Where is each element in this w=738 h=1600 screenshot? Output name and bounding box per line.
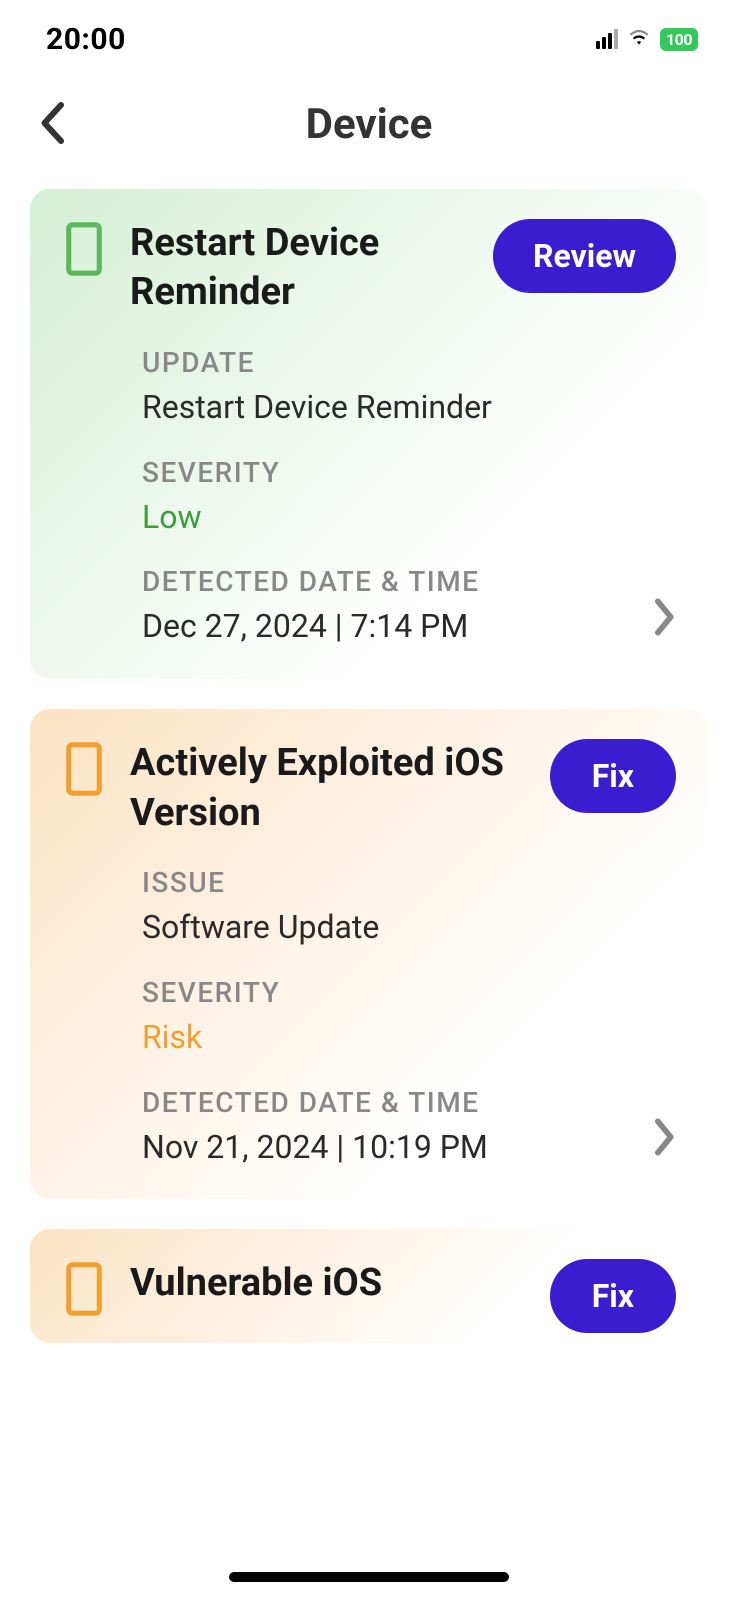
field-label: DETECTED DATE & TIME xyxy=(142,1086,676,1119)
battery-icon: 100 xyxy=(660,28,698,51)
card-title: Actively Exploited iOS Version xyxy=(130,739,526,838)
card-body: UPDATE Restart Device Reminder SEVERITY … xyxy=(62,346,676,649)
field-value: Nov 21, 2024 | 10:19 PM xyxy=(142,1125,676,1170)
wifi-icon xyxy=(626,27,652,51)
issue-card-restart[interactable]: Restart Device Reminder Review UPDATE Re… xyxy=(30,189,708,679)
home-indicator[interactable] xyxy=(229,1572,509,1582)
card-body: ISSUE Software Update SEVERITY Risk DETE… xyxy=(62,866,676,1169)
field-value: Restart Device Reminder xyxy=(142,385,676,430)
field-value: Risk xyxy=(142,1015,676,1060)
page-title: Device xyxy=(30,100,708,149)
device-icon xyxy=(62,1261,106,1321)
page-header: Device xyxy=(0,70,738,189)
card-header: Restart Device Reminder Review xyxy=(62,219,676,318)
device-icon xyxy=(62,221,106,281)
status-icons: 100 xyxy=(596,27,698,51)
field-issue: ISSUE Software Update xyxy=(142,866,676,950)
card-list: Restart Device Reminder Review UPDATE Re… xyxy=(0,189,738,1343)
field-value: Dec 27, 2024 | 7:14 PM xyxy=(142,604,676,649)
chevron-left-icon xyxy=(38,102,66,144)
chevron-right-icon[interactable] xyxy=(652,597,678,641)
status-time: 20:00 xyxy=(46,22,126,57)
back-button[interactable] xyxy=(38,102,66,148)
cellular-signal-icon xyxy=(596,29,618,49)
field-label: DETECTED DATE & TIME xyxy=(142,565,676,598)
field-label: UPDATE xyxy=(142,346,676,379)
card-header: Vulnerable iOS Fix xyxy=(62,1259,676,1333)
field-update: UPDATE Restart Device Reminder xyxy=(142,346,676,430)
field-label: ISSUE xyxy=(142,866,676,899)
field-severity: SEVERITY Risk xyxy=(142,976,676,1060)
field-detected: DETECTED DATE & TIME Dec 27, 2024 | 7:14… xyxy=(142,565,676,649)
device-icon xyxy=(62,741,106,801)
issue-card-vulnerable[interactable]: Vulnerable iOS Fix xyxy=(30,1229,708,1343)
issue-card-exploited[interactable]: Actively Exploited iOS Version Fix ISSUE… xyxy=(30,709,708,1199)
field-label: SEVERITY xyxy=(142,456,676,489)
field-label: SEVERITY xyxy=(142,976,676,1009)
field-value: Low xyxy=(142,495,676,540)
review-button[interactable]: Review xyxy=(493,219,676,293)
chevron-right-icon[interactable] xyxy=(652,1117,678,1161)
card-header: Actively Exploited iOS Version Fix xyxy=(62,739,676,838)
field-value: Software Update xyxy=(142,905,676,950)
fix-button[interactable]: Fix xyxy=(550,1259,676,1333)
field-severity: SEVERITY Low xyxy=(142,456,676,540)
status-bar: 20:00 100 xyxy=(0,0,738,70)
card-title: Restart Device Reminder xyxy=(130,219,469,318)
field-detected: DETECTED DATE & TIME Nov 21, 2024 | 10:1… xyxy=(142,1086,676,1170)
card-title: Vulnerable iOS xyxy=(130,1259,526,1308)
fix-button[interactable]: Fix xyxy=(550,739,676,813)
